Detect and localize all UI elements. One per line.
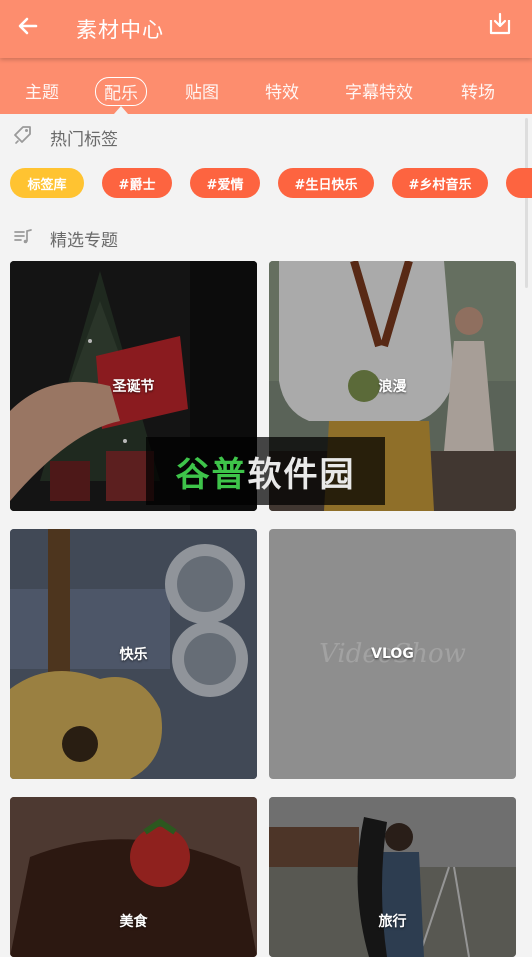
- topic-card-vlog[interactable]: VideoShow VLOG: [269, 529, 516, 779]
- topic-card-label: 美食: [119, 914, 148, 930]
- page-title: 素材中心: [76, 18, 164, 42]
- tab-transitions[interactable]: 转场: [461, 78, 495, 103]
- active-tab-indicator: [114, 106, 128, 114]
- tab-effects[interactable]: 特效: [265, 78, 299, 103]
- tag-chip[interactable]: #生日快乐: [278, 168, 374, 198]
- topic-card-label: VLOG: [371, 646, 414, 662]
- watermark-part2: 软件园: [247, 454, 356, 495]
- hot-tags-list: 标签库 #爵士 #爱情 #生日快乐 #乡村音乐: [10, 168, 532, 200]
- topic-card-label: 浪漫: [378, 379, 407, 395]
- scrollbar[interactable]: [525, 118, 528, 288]
- topic-card-label: 旅行: [378, 914, 407, 930]
- tag-library-button[interactable]: 标签库: [10, 168, 84, 198]
- topic-card-label: 快乐: [119, 647, 148, 663]
- back-icon[interactable]: [14, 12, 42, 40]
- category-tabs: 主题 配乐 贴图 特效 字幕特效 转场: [0, 58, 532, 114]
- tag-chip-partial[interactable]: [506, 168, 532, 198]
- topic-card-travel[interactable]: 旅行: [269, 797, 516, 957]
- watermark-part1: 谷普: [175, 454, 248, 495]
- app-bar: 素材中心: [0, 0, 532, 58]
- tab-music[interactable]: 配乐: [95, 77, 147, 106]
- watermark-logo: 谷普 软件园: [146, 437, 385, 505]
- tag-icon: [12, 124, 34, 150]
- featured-header: 精选专题: [12, 224, 118, 252]
- tag-chip[interactable]: #爱情: [190, 168, 260, 198]
- music-list-icon: [12, 225, 34, 251]
- download-icon[interactable]: [486, 10, 514, 38]
- hot-tags-header: 热门标签: [12, 123, 118, 151]
- tab-stickers[interactable]: 贴图: [185, 78, 219, 103]
- tag-chip[interactable]: #乡村音乐: [392, 168, 488, 198]
- topic-card-label: 圣诞节: [112, 379, 155, 395]
- tag-chip[interactable]: #爵士: [102, 168, 172, 198]
- hot-tags-title: 热门标签: [50, 129, 118, 150]
- tab-subtitle-effects[interactable]: 字幕特效: [345, 78, 413, 103]
- tab-theme[interactable]: 主题: [25, 78, 59, 103]
- topic-card-happy[interactable]: 快乐: [10, 529, 257, 779]
- topic-card-food[interactable]: 美食: [10, 797, 257, 957]
- featured-title: 精选专题: [50, 230, 118, 251]
